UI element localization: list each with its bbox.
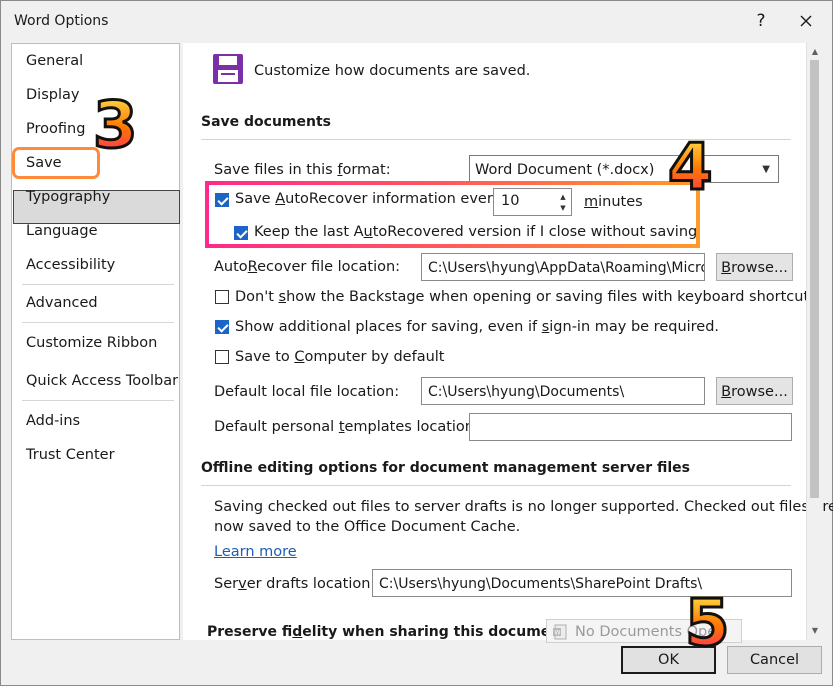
default-templates-location-input[interactable] (469, 413, 792, 441)
nav-item-trust-center[interactable]: Trust Center (26, 447, 115, 463)
nav-item-proofing[interactable]: Proofing (26, 121, 85, 137)
nav-item-language[interactable]: Language (26, 223, 98, 239)
annotation-highlight-save (12, 147, 100, 179)
annotation-step-5: 5 (684, 587, 732, 661)
word-document-icon: W (553, 624, 567, 640)
default-local-location-input[interactable]: C:\Users\hyung\Documents\ (421, 377, 705, 405)
save-floppy-icon (213, 54, 243, 84)
learn-more-link[interactable]: Learn more (214, 544, 297, 560)
section-divider (201, 485, 791, 486)
page-header-text: Customize how documents are saved. (254, 63, 531, 79)
browse-autorecover-button[interactable]: Browse... (716, 253, 793, 281)
options-scrollbar[interactable]: ▲ ▼ (806, 43, 823, 640)
window-title: Word Options (14, 13, 109, 29)
default-templates-location-label: Default personal templates location: (214, 419, 479, 435)
svg-text:W: W (555, 630, 561, 637)
section-title-offline-editing: Offline editing options for document man… (201, 460, 690, 476)
offline-note-line2: now saved to the Office Document Cache. (214, 519, 521, 535)
nav-item-typography[interactable]: Typography (26, 189, 110, 205)
nav-divider (22, 284, 174, 285)
annotation-step-3: 3 (92, 89, 140, 163)
nav-item-quick-access-toolbar[interactable]: Quick Access Toolbar (26, 373, 178, 389)
nav-item-general[interactable]: General (26, 53, 83, 69)
scroll-up-icon[interactable]: ▲ (808, 45, 822, 59)
section-title-save-documents: Save documents (201, 114, 332, 130)
save-to-computer-label: Save to Computer by default (235, 349, 445, 365)
chevron-down-icon: ▼ (762, 164, 770, 175)
help-button[interactable]: ? (747, 8, 775, 34)
dont-show-backstage-label: Don't show the Backstage when opening or… (235, 289, 817, 305)
default-local-location-label: Default local file location: (214, 384, 400, 400)
save-format-dropdown[interactable]: Word Document (*.docx) ▼ (469, 155, 779, 183)
dont-show-backstage-checkbox[interactable] (215, 290, 229, 304)
nav-divider (22, 400, 174, 401)
nav-item-customize-ribbon[interactable]: Customize Ribbon (26, 335, 157, 351)
scroll-down-icon[interactable]: ▼ (808, 624, 822, 638)
scrollbar-thumb[interactable] (810, 60, 819, 498)
server-drafts-location-label: Server drafts location: (214, 576, 376, 592)
close-icon (800, 15, 812, 27)
autorecover-location-label: AutoRecover file location: (214, 259, 401, 275)
save-format-label: Save files in this format: (214, 162, 391, 178)
offline-note-line1: Saving checked out files to server draft… (214, 499, 833, 515)
section-title-preserve-fidelity: Preserve fidelity when sharing this docu… (207, 624, 573, 640)
browse-local-location-button[interactable]: Browse... (716, 377, 793, 405)
nav-item-accessibility[interactable]: Accessibility (26, 257, 115, 273)
show-additional-places-checkbox[interactable] (215, 320, 229, 334)
close-button[interactable] (792, 8, 820, 34)
save-to-computer-checkbox[interactable] (215, 350, 229, 364)
annotation-highlight-autorecover (205, 181, 700, 248)
cancel-button[interactable]: Cancel (727, 646, 822, 674)
nav-item-add-ins[interactable]: Add-ins (26, 413, 80, 429)
annotation-step-4: 4 (667, 131, 715, 205)
nav-divider (22, 322, 174, 323)
nav-item-advanced[interactable]: Advanced (26, 295, 98, 311)
show-additional-places-label: Show additional places for saving, even … (235, 319, 720, 335)
nav-item-display[interactable]: Display (26, 87, 79, 103)
autorecover-location-input[interactable]: C:\Users\hyung\AppData\Roaming\Microsoft… (421, 253, 705, 281)
save-format-value: Word Document (*.docx) (475, 162, 655, 178)
